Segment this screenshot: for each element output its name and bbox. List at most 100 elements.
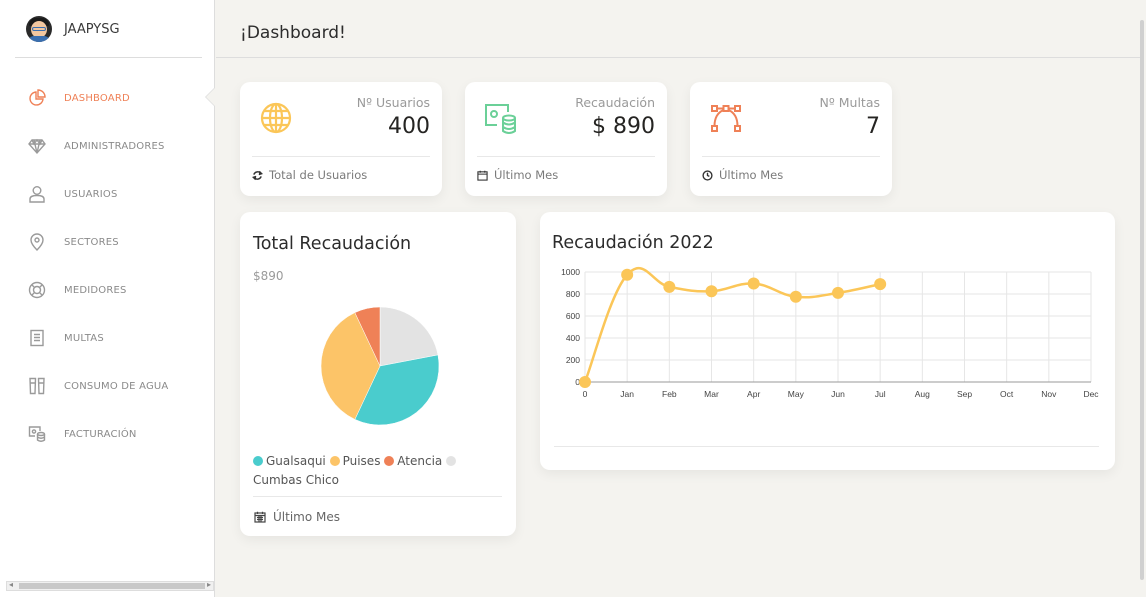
stat-category: Nº Multas: [819, 95, 880, 110]
glasses-icon: [29, 377, 45, 395]
diamond-icon: [28, 138, 46, 155]
money-coins-icon: [28, 426, 46, 442]
sidebar-item-consumo-de-agua[interactable]: CONSUMO DE AGUA: [0, 362, 214, 410]
page-title: ¡Dashboard!: [240, 22, 346, 43]
recaudacion-2022-card: Recaudación 2022 0 200 400 600 800 1000 0 Jan Fe…: [540, 212, 1115, 470]
sidebar-item-label: DASHBOARD: [64, 92, 130, 104]
x-tick-label: May: [788, 389, 805, 399]
vertical-scrollbar[interactable]: [1138, 0, 1146, 597]
x-tick-label: Nov: [1041, 389, 1057, 399]
divider: [477, 156, 655, 157]
x-tick-label: Sep: [957, 389, 972, 399]
brand-name: JAAPYSG: [64, 21, 120, 37]
user-icon: [29, 186, 45, 203]
card-footer: Último Mes: [254, 510, 340, 524]
sidebar-item-medidores[interactable]: MEDIDORES: [0, 266, 214, 314]
legend-item: Gualsaqui: [253, 454, 326, 468]
legend-label: Atencia: [397, 454, 443, 468]
scroll-left-icon[interactable]: ◂: [9, 580, 13, 589]
stat-card-usuarios: Nº Usuarios 400 Total de Usuarios: [240, 82, 442, 196]
y-tick-label: 400: [566, 333, 580, 343]
sidebar-item-administradores[interactable]: ADMINISTRADORES: [0, 122, 214, 170]
y-tick-label: 600: [566, 311, 580, 321]
x-tick-label: Dec: [1083, 389, 1099, 399]
stat-footer-text: Último Mes: [719, 168, 784, 182]
x-tick-label: Jan: [620, 389, 634, 399]
refresh-icon: [252, 170, 263, 180]
sidebar-item-label: ADMINISTRADORES: [64, 140, 165, 152]
horizontal-scrollbar[interactable]: ◂ ▸: [6, 580, 214, 591]
series-line: [583, 266, 881, 383]
lifebuoy-icon: [28, 281, 46, 299]
legend-dot: [253, 456, 263, 466]
card-footer-text: Último Mes: [273, 510, 340, 524]
legend-label: Puises: [342, 454, 381, 468]
stat-card-multas: Nº Multas 7 Último Mes: [690, 82, 892, 196]
sidebar-item-label: CONSUMO DE AGUA: [64, 380, 169, 392]
stat-footer: Último Mes: [477, 168, 558, 182]
sidebar: JAAPYSG DASHBOARD ADMINISTRADORES USUARI…: [0, 0, 215, 597]
stat-value: $ 890: [592, 114, 655, 139]
total-recaudacion-card: Total Recaudación $890 Gualsaqui Puises …: [240, 212, 516, 536]
stat-category: Recaudación: [575, 95, 655, 110]
stat-footer-text: Último Mes: [494, 168, 559, 182]
data-point-may[interactable]: [789, 290, 802, 303]
sidebar-item-label: FACTURACIÓN: [64, 428, 137, 440]
x-tick-label: Aug: [915, 389, 930, 399]
stat-value: 400: [388, 114, 430, 139]
data-point-jul[interactable]: [874, 278, 887, 291]
legend-item: Atencia: [384, 454, 442, 468]
legend-item: Puises: [329, 454, 381, 468]
x-tick-label: Feb: [662, 389, 677, 399]
paper-icon: [30, 329, 44, 347]
divider: [702, 156, 880, 157]
data-point-jun[interactable]: [832, 286, 844, 299]
globe-icon: [260, 102, 292, 134]
stat-footer-text: Total de Usuarios: [269, 168, 368, 182]
sidebar-item-label: MULTAS: [64, 332, 104, 344]
card-title: Recaudación 2022: [552, 233, 714, 253]
calendar-icon: [254, 511, 266, 523]
data-point-jan[interactable]: [621, 268, 634, 281]
legend-label: Gualsaqui: [266, 454, 326, 468]
x-tick-label: Oct: [1000, 389, 1014, 399]
sidebar-item-label: MEDIDORES: [64, 284, 127, 296]
sidebar-item-dashboard[interactable]: DASHBOARD: [0, 74, 215, 122]
sidebar-item-label: USUARIOS: [64, 188, 118, 200]
x-tick-label: Jul: [875, 389, 886, 399]
sidebar-item-facturacion[interactable]: FACTURACIÓN: [0, 410, 214, 458]
card-title: Total Recaudación: [253, 234, 412, 254]
y-tick-label: 800: [566, 289, 580, 299]
legend-dot: [384, 456, 395, 466]
brand[interactable]: JAAPYSG: [0, 0, 214, 58]
calendar-icon: [477, 170, 488, 181]
x-tick-label: Jun: [831, 389, 845, 399]
y-tick-label: 200: [566, 355, 580, 365]
stat-card-recaudacion: Recaudación $ 890 Último Mes: [465, 82, 667, 196]
data-point-feb[interactable]: [663, 280, 676, 293]
x-tick-label: Apr: [747, 389, 760, 399]
line-chart: 020040060080010000 Jan Feb Mar Apr May Jun Jul A…: [561, 266, 1099, 399]
vector-icon: [711, 105, 741, 132]
scrollbar-thumb[interactable]: [19, 583, 205, 589]
pie-chart-icon: [29, 89, 46, 106]
sidebar-nav: DASHBOARD ADMINISTRADORES USUARIOS SECTO…: [0, 74, 215, 458]
stat-footer: Total de Usuarios: [252, 168, 367, 182]
money-coins-icon: [485, 104, 516, 134]
data-point-mar[interactable]: [705, 285, 718, 298]
scroll-right-icon[interactable]: ▸: [207, 580, 211, 589]
legend-label: Cumbas Chico: [253, 473, 339, 487]
data-point-0[interactable]: [579, 376, 591, 388]
data-point-apr[interactable]: [747, 277, 760, 290]
stat-footer: Último Mes: [702, 168, 783, 182]
stat-value: 7: [866, 114, 880, 139]
sidebar-item-usuarios[interactable]: USUARIOS: [0, 170, 214, 218]
divider: [252, 156, 430, 157]
x-tick-label: 0: [583, 389, 588, 399]
stat-category: Nº Usuarios: [356, 95, 430, 110]
sidebar-item-sectores[interactable]: SECTORES: [0, 218, 214, 266]
scrollbar-thumb[interactable]: [1140, 20, 1144, 580]
y-tick-label: 1000: [561, 267, 580, 277]
sidebar-item-multas[interactable]: MULTAS: [0, 314, 214, 362]
card-subtitle: $890: [253, 269, 284, 283]
